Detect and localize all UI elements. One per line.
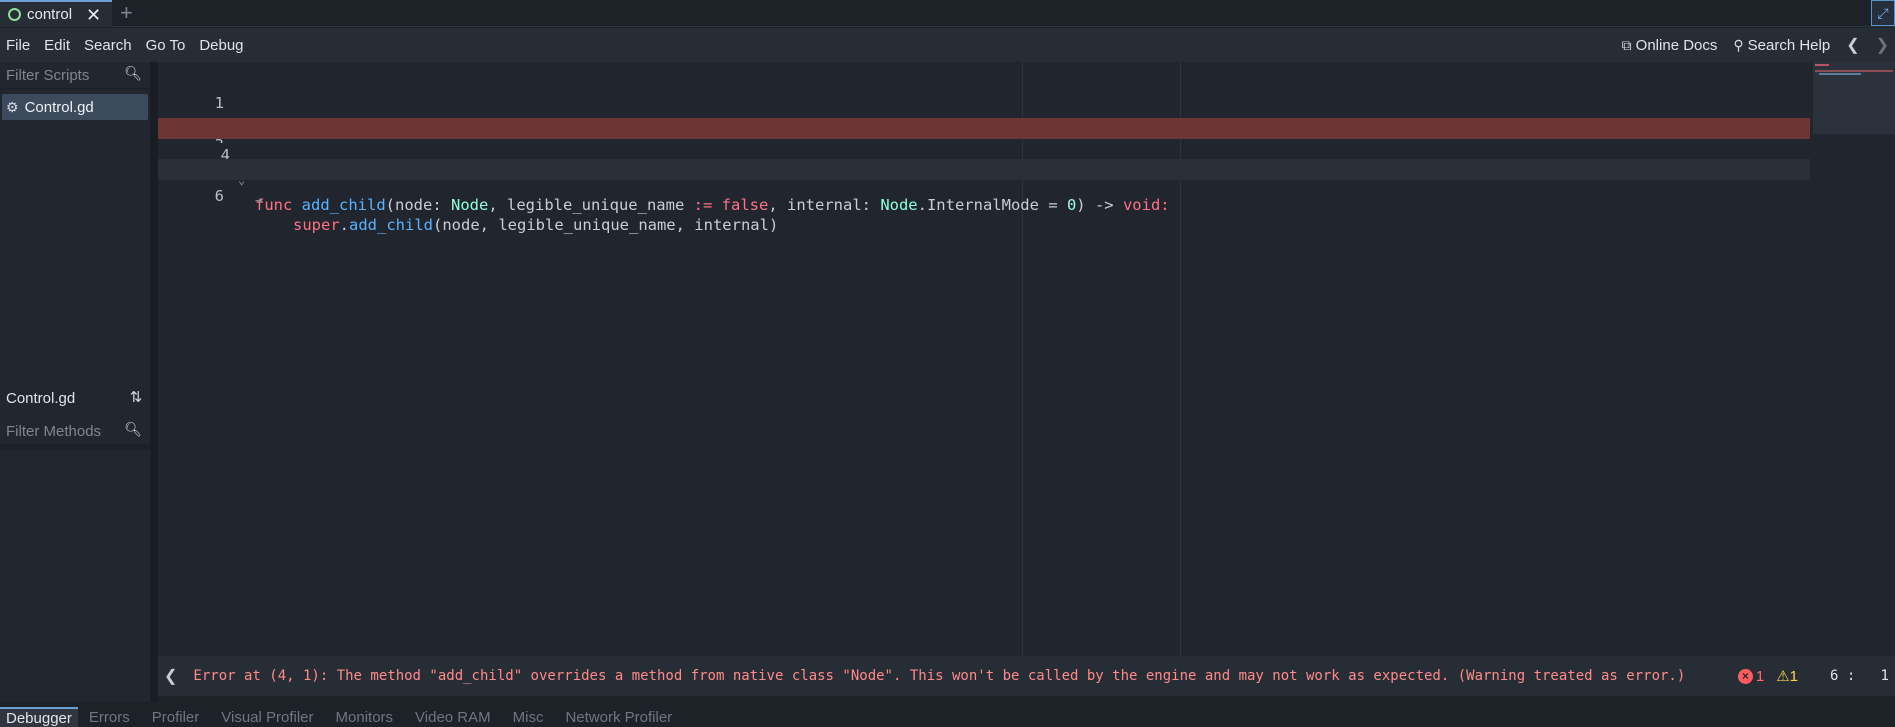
code-text: super.add_child(node, legible_unique_nam… [293, 216, 779, 234]
menu-search[interactable]: Search [77, 37, 139, 54]
editor-status-bar: ❮ Error at (4, 1): The method "add_child… [158, 656, 1895, 696]
tab-errors[interactable]: Errors [78, 707, 141, 727]
sort-icon[interactable]: ⇅ [126, 388, 146, 408]
script-sidebar: Filter Scripts 🔍︎ ⚙ Control.gd Control.g… [0, 62, 150, 702]
tab-monitors[interactable]: Monitors [325, 707, 405, 727]
search-icon: 🔍︎ [124, 421, 142, 437]
code-editor[interactable]: 1 extends Control 2 3 4 ⌄ func add_child… [158, 62, 1895, 656]
tab-video-ram[interactable]: Video RAM [404, 707, 502, 727]
minimap-line [1819, 73, 1861, 75]
tab-debugger[interactable]: Debugger [0, 707, 78, 727]
history-forward-button[interactable]: ❯ [1876, 35, 1889, 55]
error-count-button[interactable]: × 1 [1737, 668, 1764, 685]
filter-scripts-placeholder: Filter Scripts [6, 66, 90, 84]
menu-go-to[interactable]: Go To [139, 37, 193, 54]
warning-count-button[interactable]: ⚠1 [1776, 667, 1798, 685]
tab-label: control [27, 6, 73, 23]
history-back-button[interactable]: ❮ [1846, 35, 1859, 55]
code-minimap[interactable] [1813, 62, 1895, 134]
script-name: Control.gd [24, 98, 94, 116]
code-line-error: 4 ⌄ func add_child(node: Node, legible_u… [158, 118, 1810, 214]
diagnostic-counts: × 1 ⚠1 6 : 1 [1737, 656, 1895, 696]
panel-splitter[interactable] [150, 62, 158, 702]
help-search-icon: ⚲ [1733, 36, 1744, 53]
menu-file[interactable]: File [0, 37, 37, 54]
tab-misc[interactable]: Misc [502, 707, 555, 727]
filter-methods-placeholder: Filter Methods [6, 422, 102, 440]
error-icon: × [1737, 668, 1753, 684]
minimap-line [1815, 70, 1893, 72]
online-docs-button[interactable]: ⧉ Online Docs [1622, 37, 1718, 54]
external-link-icon: ⧉ [1621, 36, 1632, 53]
tab-control[interactable]: control ✕ [0, 0, 112, 27]
filter-scripts-input[interactable]: Filter Scripts 🔍︎ [0, 62, 150, 88]
search-help-button[interactable]: ⚲ Search Help [1733, 37, 1830, 54]
warning-icon: ⚠ [1776, 668, 1790, 685]
gear-icon: ⚙ [6, 98, 19, 115]
script-menu-bar: File Edit Search Go To Debug ⧉ Online Do… [0, 28, 1895, 62]
menu-debug[interactable]: Debug [192, 37, 250, 54]
expand-icon[interactable]: ⤢ [1871, 0, 1895, 26]
scene-tab-bar: control ✕ + ⤢ [0, 0, 1895, 27]
cursor-position: 6 : 1 [1829, 668, 1889, 684]
tab-indent-icon: ⇥ [255, 193, 263, 207]
online-docs-label: Online Docs [1635, 36, 1718, 54]
close-tab-icon[interactable]: ✕ [86, 6, 101, 24]
toggle-scripts-panel-icon[interactable]: ❮ [164, 666, 177, 686]
bottom-panel-tabs: Debugger Errors Profiler Visual Profiler… [0, 702, 1895, 727]
line-number: 6 [214, 187, 224, 205]
current-script-name: Control.gd [0, 384, 118, 412]
tab-profiler[interactable]: Profiler [141, 707, 211, 727]
error-message[interactable]: Error at (4, 1): The method "add_child" … [193, 668, 1685, 684]
tab-network-profiler[interactable]: Network Profiler [554, 707, 683, 727]
filter-methods-input[interactable]: Filter Methods 🔍︎ [0, 418, 150, 444]
search-help-label: Search Help [1747, 36, 1831, 54]
tab-visual-profiler[interactable]: Visual Profiler [210, 707, 324, 727]
search-icon: 🔍︎ [124, 65, 142, 81]
add-tab-button[interactable]: + [120, 2, 133, 24]
code-line-current: 6 [158, 159, 1810, 205]
scene-status-icon [8, 8, 21, 21]
method-list [0, 450, 150, 702]
script-list-item[interactable]: ⚙ Control.gd [2, 94, 148, 120]
minimap-line [1815, 64, 1829, 66]
menu-edit[interactable]: Edit [37, 37, 77, 54]
